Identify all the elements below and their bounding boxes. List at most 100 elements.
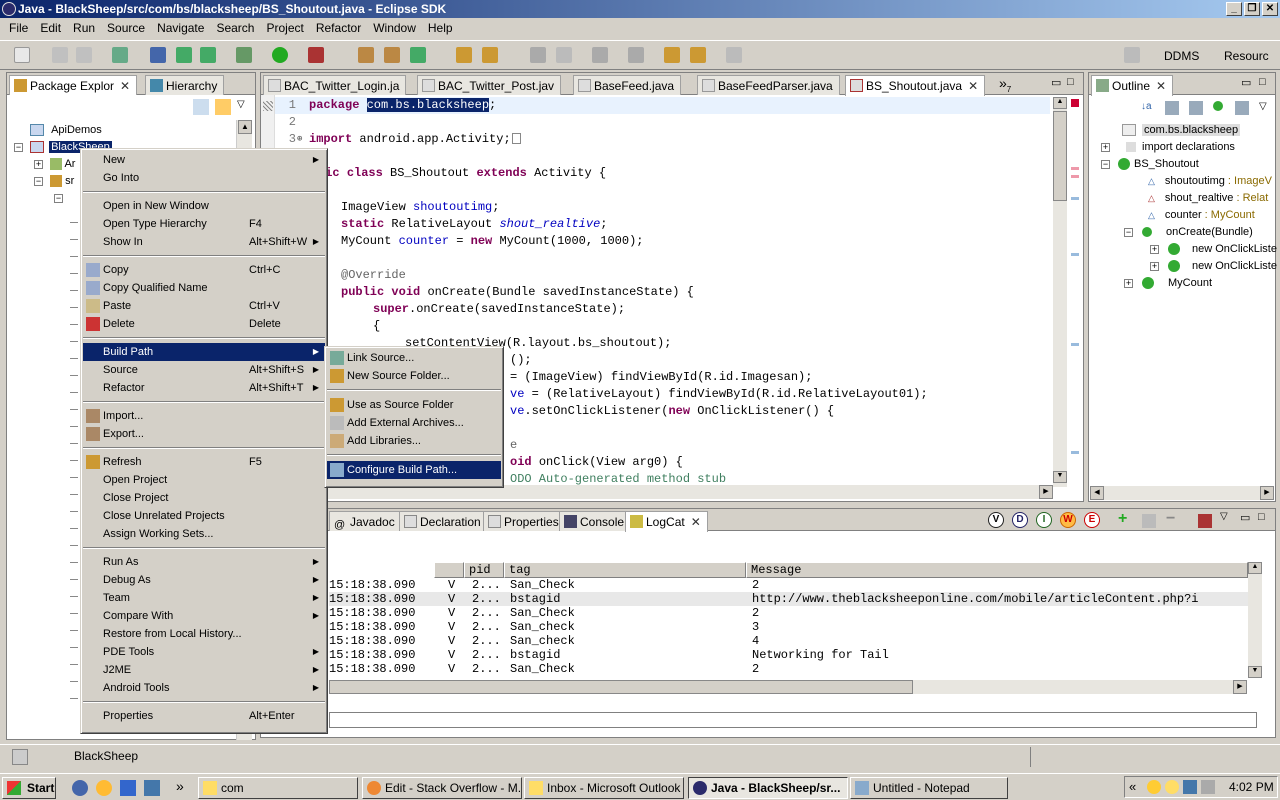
task-eclipse[interactable]: Java - BlackSheep/sr... (688, 777, 848, 799)
close-icon[interactable]: ✕ (968, 79, 978, 93)
tree-expanders[interactable] (70, 212, 78, 712)
expand-toggle-icon[interactable]: − (54, 194, 63, 203)
expand-toggle-icon[interactable]: − (14, 143, 23, 152)
maximize-view-icon[interactable]: □ (1259, 76, 1266, 88)
logcat-hscrollbar[interactable]: ▶ (329, 680, 1247, 694)
overview-ruler[interactable] (1069, 97, 1081, 487)
context-menu-item-show-in[interactable]: Show In Alt+Shift+W ▶ (83, 233, 325, 251)
refresh-icon[interactable] (410, 47, 426, 63)
overview-marker[interactable] (1071, 175, 1079, 178)
context-menu-item-open-project[interactable]: Open Project (83, 471, 325, 489)
submenu-item-link-source[interactable]: Link Source... (327, 349, 501, 367)
table-row[interactable]: 15:18:38.090 V 2... San_check 4 (329, 634, 1247, 648)
context-menu-item-team[interactable]: Team ▶ (83, 589, 325, 607)
close-button[interactable]: ✕ (1262, 2, 1278, 16)
open-folder-icon[interactable] (456, 47, 472, 63)
expand-toggle-icon[interactable]: + (1150, 262, 1159, 271)
prev-annotation-icon[interactable] (628, 47, 644, 63)
overview-marker[interactable] (1071, 167, 1079, 170)
scroll-right-icon[interactable]: ▶ (1260, 486, 1274, 500)
scroll-thumb[interactable] (329, 680, 913, 694)
outline-field-shoutoutimg[interactable]: △ shoutoutimg : ImageV (1148, 173, 1272, 190)
close-icon[interactable]: ✕ (1156, 79, 1166, 93)
tree-item-android-lib[interactable]: Ar (50, 156, 75, 173)
maximize-view-icon[interactable]: □ (1067, 76, 1074, 88)
task-outlook[interactable]: Inbox - Microsoft Outlook (524, 777, 684, 799)
quicklaunch-ie-icon[interactable] (120, 780, 136, 796)
save-icon[interactable] (52, 47, 68, 63)
overview-marker[interactable] (1071, 343, 1079, 346)
context-menu-item-build-path[interactable]: Build Path ▶ (83, 343, 325, 361)
tray-app-icon[interactable] (1165, 780, 1179, 794)
hide-nonpublic-icon[interactable] (1213, 101, 1223, 111)
tab-outline[interactable]: Outline ✕ (1091, 75, 1174, 96)
scroll-left-icon[interactable]: ◀ (1090, 486, 1104, 500)
column-tag[interactable]: tag (504, 562, 746, 578)
build-icon[interactable] (112, 47, 128, 63)
debug-filter-button[interactable]: D (1012, 512, 1028, 528)
new-java-project-icon[interactable] (150, 47, 166, 63)
minimize-view-icon[interactable]: ▭ (1240, 511, 1250, 524)
quicklaunch-app-icon[interactable] (144, 780, 160, 796)
overview-marker[interactable] (1071, 451, 1079, 454)
menu-file[interactable]: File (3, 21, 34, 35)
start-button[interactable]: Start (2, 777, 56, 799)
view-menu-icon[interactable]: ▽ (1259, 101, 1267, 112)
new-icon[interactable] (14, 47, 30, 63)
outline-class-mycount[interactable]: MyCount (1142, 275, 1212, 292)
submenu-item-use-as-source-folder[interactable]: Use as Source Folder (327, 396, 501, 414)
window-title-bar[interactable]: Java - BlackSheep/src/com/bs/blacksheep/… (0, 0, 1280, 18)
menu-window[interactable]: Window (367, 21, 422, 35)
context-menu-item-debug-as[interactable]: Debug As ▶ (83, 571, 325, 589)
menu-help[interactable]: Help (422, 21, 459, 35)
open-perspective-icon[interactable] (1124, 47, 1140, 63)
table-row[interactable]: 15:18:38.090 V 2... San_check 3 (329, 620, 1247, 634)
tab-logcat[interactable]: LogCat ✕ (625, 511, 708, 532)
print-icon[interactable] (76, 47, 92, 63)
add-filter-icon[interactable]: + (1118, 511, 1127, 527)
outline-anon-class-2[interactable]: new OnClickListe (1168, 258, 1277, 275)
submenu-item-configure-build-path[interactable]: Configure Build Path... (327, 461, 501, 479)
maximize-view-icon[interactable]: □ (1258, 511, 1265, 523)
task-com[interactable]: com (198, 777, 358, 799)
perspective-resource[interactable]: Resourc (1206, 46, 1269, 66)
scroll-right-icon[interactable]: ▶ (1233, 680, 1247, 694)
outline-field-shout-realtive[interactable]: △ shout_realtive : Relat (1148, 190, 1268, 207)
scroll-thumb[interactable] (1053, 111, 1067, 201)
menu-refactor[interactable]: Refactor (310, 21, 367, 35)
quicklaunch-chevron[interactable]: » (176, 778, 184, 794)
logcat-filter-input[interactable] (329, 712, 1257, 728)
context-menu-item-copy-qualified-name[interactable]: Copy Qualified Name (83, 279, 325, 297)
hide-local-types-icon[interactable] (1235, 101, 1249, 115)
menu-edit[interactable]: Edit (34, 21, 67, 35)
pin-icon[interactable] (556, 47, 572, 63)
scroll-down-icon[interactable]: ▼ (1053, 471, 1067, 483)
menu-navigate[interactable]: Navigate (151, 21, 210, 35)
volume-icon[interactable] (1201, 780, 1215, 794)
context-menu-item-import[interactable]: Import... (83, 407, 325, 425)
scroll-up-icon[interactable]: ▲ (238, 120, 252, 134)
column-pid[interactable]: pid (464, 562, 504, 578)
next-annotation-icon[interactable] (592, 47, 608, 63)
task-firefox[interactable]: Edit - Stack Overflow - M... (362, 777, 522, 799)
back-icon[interactable] (690, 47, 706, 63)
submenu-item-add-external-archives[interactable]: Add External Archives... (327, 414, 501, 432)
tab-hierarchy[interactable]: Hierarchy (145, 75, 225, 95)
context-menu-item-refactor[interactable]: Refactor Alt+Shift+T ▶ (83, 379, 325, 397)
outline-imports[interactable]: import declarations (1126, 139, 1235, 156)
context-menu-item-refresh[interactable]: Refresh F5 (83, 453, 325, 471)
collapse-all-icon[interactable] (193, 99, 209, 115)
expand-toggle-icon[interactable]: − (34, 177, 43, 186)
expand-toggle-icon[interactable]: + (34, 160, 43, 169)
context-menu-item-close-project[interactable]: Close Project (83, 489, 325, 507)
scroll-up-icon[interactable]: ▲ (1053, 97, 1067, 109)
tab-bac-twitter-login[interactable]: BAC_Twitter_Login.ja (263, 75, 407, 95)
hide-fields-icon[interactable] (1165, 101, 1179, 115)
link-with-editor-icon[interactable] (215, 99, 231, 115)
context-menu-item-pde-tools[interactable]: PDE Tools ▶ (83, 643, 325, 661)
close-icon[interactable]: ✕ (691, 515, 701, 529)
table-row[interactable]: 15:18:38.090 V 2... San_Check 2 (329, 578, 1247, 592)
tree-item-apidemos[interactable]: ApiDemos (30, 122, 102, 139)
remove-filter-icon[interactable]: − (1166, 511, 1175, 527)
scroll-down-icon[interactable]: ▼ (1248, 666, 1262, 678)
